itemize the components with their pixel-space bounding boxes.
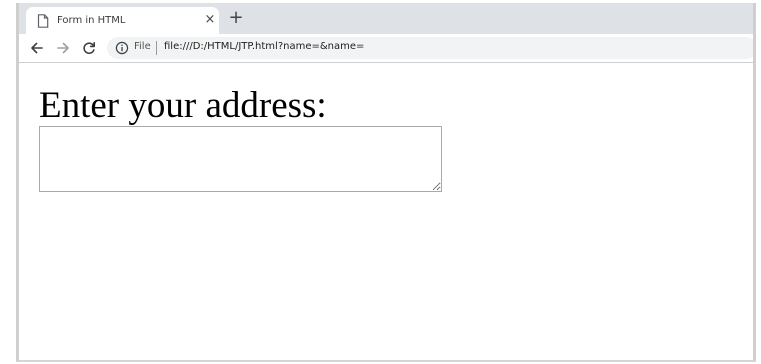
browser-toolbar: File file:///D:/HTML/JTP.html?name=&name… (19, 34, 753, 63)
tab-strip: Form in HTML × + (19, 3, 753, 34)
info-icon[interactable] (115, 41, 129, 55)
chip-divider (156, 41, 157, 55)
site-chip-label[interactable]: File (134, 41, 151, 52)
browser-window: Form in HTML × + File file:///D:/HTML/JT… (16, 3, 756, 362)
url-text[interactable]: file:///D:/HTML/JTP.html?name=&name= (164, 41, 364, 52)
tab-title: Form in HTML (57, 15, 126, 26)
tab-form-in-html[interactable]: Form in HTML × (26, 7, 219, 34)
back-arrow-icon[interactable] (29, 40, 45, 56)
address-label: Enter your address: (39, 85, 327, 126)
page-content: Enter your address: (19, 63, 753, 360)
address-bar[interactable]: File file:///D:/HTML/JTP.html?name=&name… (107, 37, 753, 59)
page-icon (37, 14, 49, 28)
tab-close-icon[interactable]: × (203, 13, 217, 27)
reload-icon[interactable] (81, 40, 97, 56)
new-tab-button[interactable]: + (227, 9, 245, 27)
address-textarea[interactable] (39, 126, 442, 192)
forward-arrow-icon[interactable] (55, 40, 71, 56)
